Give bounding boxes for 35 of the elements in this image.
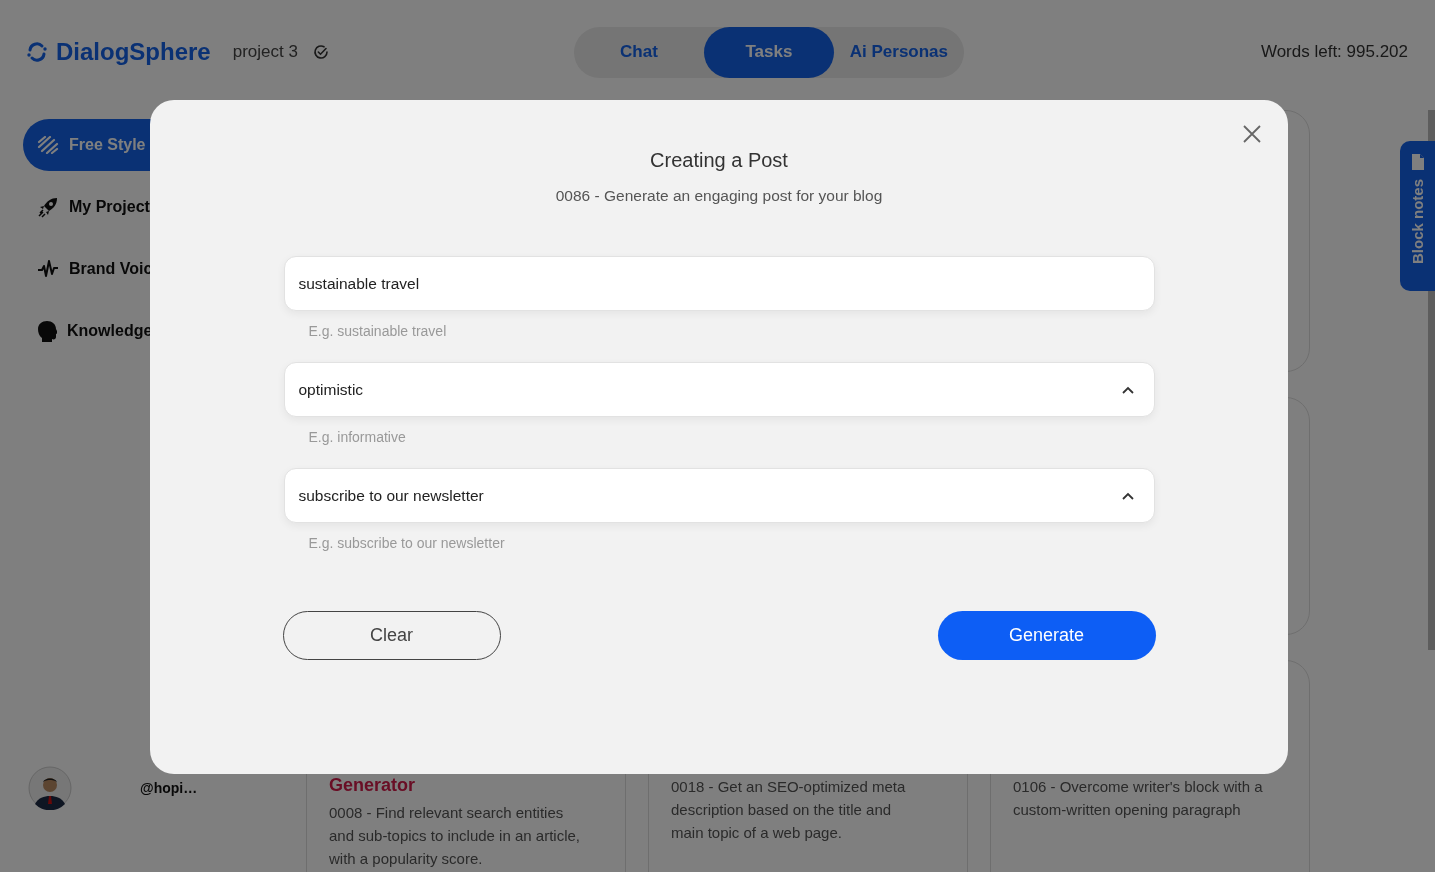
avatar-icon[interactable] (28, 766, 72, 810)
field-hint: E.g. sustainable travel (307, 322, 448, 341)
card-description: 0106 - Overcome writer's block with a custom-written opening paragraph (1013, 777, 1264, 820)
rocket-icon (37, 196, 59, 218)
input-field[interactable]: sustainable travel (283, 256, 1155, 311)
dropdown-field[interactable]: subscribe to our newsletter (283, 468, 1155, 523)
stripes-icon (37, 136, 59, 154)
modal-subtitle: 0086 - Generate an engaging post for your blog (555, 187, 883, 205)
tab[interactable]: Tasks (703, 26, 834, 78)
head-silhouette-icon (37, 320, 57, 342)
close-icon[interactable] (1242, 124, 1262, 144)
sidebar-item[interactable]: My Project (23, 181, 235, 233)
chevron-up-icon (1121, 492, 1134, 500)
check-circle-icon[interactable] (312, 44, 329, 60)
words-left: Words left: 995.202 (1260, 42, 1408, 62)
sidebar-item[interactable]: Brand Voic (23, 243, 235, 295)
logo-icon (25, 40, 49, 64)
logo-text: DialogSphere (56, 38, 211, 66)
field-hint: E.g. subscribe to our newsletter (307, 534, 506, 553)
generate-button[interactable]: Generate (937, 611, 1156, 660)
waveform-icon (37, 260, 59, 278)
document-icon (1410, 153, 1425, 171)
card-description: 0018 - Get an SEO-optimized meta description based on the title and main topic of a web page. (671, 777, 907, 843)
card-description: 0008 - Find relevant search entities and sub-topics to include in an article, with a popularity score. (329, 803, 581, 869)
field-hint: E.g. informative (307, 428, 407, 447)
tab[interactable]: Chat (573, 26, 704, 78)
dropdown-field[interactable]: optimistic (283, 362, 1155, 417)
sidebar-item[interactable]: Knowledge (23, 305, 235, 357)
block-notes-tab[interactable]: Block notes (1400, 141, 1435, 291)
card-title: Generator (329, 775, 417, 797)
tab[interactable]: Ai Personas (833, 26, 964, 78)
project-name: project 3 (232, 42, 298, 62)
modal-title: Creating a Post (650, 149, 788, 172)
username: @hopi… (140, 780, 198, 796)
chevron-up-icon (1121, 386, 1134, 394)
